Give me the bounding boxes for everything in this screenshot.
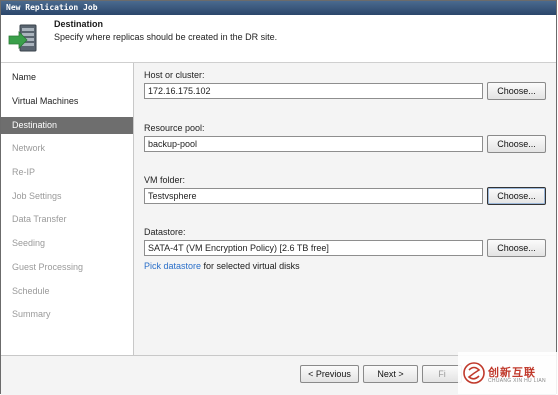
resource-pool-field[interactable] xyxy=(144,136,483,152)
sidebar-item-re-ip: Re-IP xyxy=(12,167,36,177)
resource-pool-label: Resource pool: xyxy=(144,123,205,133)
next-button[interactable]: Next > xyxy=(363,365,418,383)
sidebar-item-schedule: Schedule xyxy=(12,286,50,296)
page-title: Destination xyxy=(54,19,104,29)
choose-datastore-button[interactable]: Choose... xyxy=(487,239,546,257)
watermark: 创新互联 CHUANG XIN HU LIAN xyxy=(458,352,558,394)
choose-host-button[interactable]: Choose... xyxy=(487,82,546,100)
pick-datastore-link[interactable]: Pick datastore xyxy=(144,261,201,271)
pick-datastore-row: Pick datastore for selected virtual disk… xyxy=(144,261,300,271)
window-titlebar: New Replication Job xyxy=(1,1,556,15)
replication-job-window: New Replication Job Destination Specify … xyxy=(0,0,557,395)
watermark-logo-icon xyxy=(463,362,485,384)
choose-resource-pool-button[interactable]: Choose... xyxy=(487,135,546,153)
vm-folder-label: VM folder: xyxy=(144,175,186,185)
sidebar-item-job-settings: Job Settings xyxy=(12,191,62,201)
wizard-steps-sidebar: Name Virtual Machines Destination Networ… xyxy=(1,63,134,355)
datastore-label: Datastore: xyxy=(144,227,186,237)
sidebar-item-guest-processing: Guest Processing xyxy=(12,262,84,272)
finish-button: Fi xyxy=(422,365,462,383)
sidebar-item-summary: Summary xyxy=(12,309,51,319)
page-subtitle: Specify where replicas should be created… xyxy=(54,32,278,42)
sidebar-item-virtual-machines[interactable]: Virtual Machines xyxy=(1,93,133,110)
sidebar-item-seeding: Seeding xyxy=(12,238,46,248)
sidebar-item-destination[interactable]: Destination xyxy=(1,117,133,134)
watermark-subtext: CHUANG XIN HU LIAN xyxy=(488,378,546,384)
sidebar-item-name[interactable]: Name xyxy=(1,69,133,86)
previous-button[interactable]: < Previous xyxy=(300,365,359,383)
host-field[interactable] xyxy=(144,83,483,99)
destination-form: Host or cluster: Choose... Resource pool… xyxy=(134,63,556,355)
datastore-field[interactable] xyxy=(144,240,483,256)
wizard-header: Destination Specify where replicas shoul… xyxy=(1,15,556,63)
host-label: Host or cluster: xyxy=(144,70,205,80)
choose-vm-folder-button[interactable]: Choose... xyxy=(487,187,546,205)
replication-icon xyxy=(8,24,37,52)
sidebar-item-network: Network xyxy=(12,143,46,153)
pick-datastore-suffix: for selected virtual disks xyxy=(203,261,300,271)
sidebar-item-data-transfer: Data Transfer xyxy=(12,214,67,224)
vm-folder-field[interactable] xyxy=(144,188,483,204)
